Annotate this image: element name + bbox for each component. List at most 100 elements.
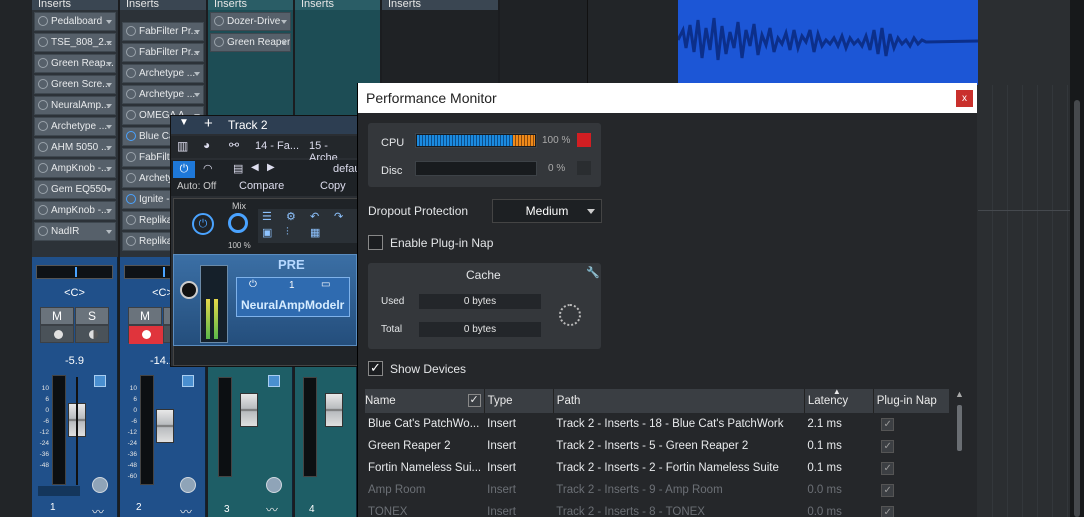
- plugin-name[interactable]: NeuralAmpModelr: [241, 298, 344, 312]
- chevron-down-icon[interactable]: [106, 41, 112, 45]
- list-icon[interactable]: ☰: [262, 210, 272, 223]
- table-row[interactable]: Blue Cat's PatchWo... Insert Track 2 - Ins…: [365, 413, 949, 435]
- insert-slot[interactable]: Dozer-Drive: [210, 12, 291, 31]
- insert-slot[interactable]: Archetype ...: [122, 64, 204, 83]
- insert-slot[interactable]: NeuralAmp...: [34, 96, 116, 115]
- automation-icon[interactable]: [94, 375, 106, 387]
- automation-icon[interactable]: [182, 375, 194, 387]
- power-icon[interactable]: [38, 121, 48, 131]
- table-row[interactable]: Fortin Nameless Sui... Insert Track 2 - In…: [365, 457, 949, 479]
- col-path[interactable]: Path: [553, 389, 805, 413]
- show-devices-checkbox[interactable]: [368, 360, 383, 376]
- chevron-down-icon[interactable]: [106, 83, 112, 87]
- table-row[interactable]: TONEX Insert Track 2 - Inserts - 8 - TONEX…: [365, 501, 949, 517]
- power-icon[interactable]: [126, 236, 136, 246]
- insert-slot[interactable]: FabFilter Pr...: [122, 22, 204, 41]
- chevron-down-icon[interactable]: [106, 125, 112, 129]
- track2-titlebar[interactable]: ▼ + Track 2: [171, 115, 359, 134]
- plugin-power-button[interactable]: ⏻: [192, 213, 214, 235]
- chevron-down-icon[interactable]: [106, 104, 112, 108]
- show-devices-label[interactable]: Show Devices: [390, 362, 466, 376]
- nap-checkbox-icon[interactable]: ✓: [881, 439, 895, 453]
- mute-button[interactable]: M: [40, 307, 74, 325]
- camera-icon[interactable]: ▣: [262, 226, 272, 239]
- insert-slot[interactable]: TSE_808_2...: [34, 33, 116, 52]
- insert-slot[interactable]: AmpKnob -...: [34, 201, 116, 220]
- power-icon[interactable]: [126, 89, 136, 99]
- headphones-icon[interactable]: ◠: [203, 162, 213, 175]
- scroll-thumb[interactable]: [1074, 100, 1080, 517]
- pan-slider[interactable]: [36, 265, 113, 279]
- power-icon[interactable]: [38, 79, 48, 89]
- cell-plugin-nap[interactable]: ✓: [873, 435, 949, 457]
- close-button[interactable]: x: [956, 90, 973, 107]
- chevron-down-icon[interactable]: [106, 20, 112, 24]
- insert-slot[interactable]: Gem EQ550: [34, 180, 116, 199]
- auto-off[interactable]: Auto: Off: [177, 181, 216, 192]
- matrix-icon[interactable]: ▦: [310, 226, 320, 239]
- power-icon[interactable]: [38, 226, 48, 236]
- power-icon[interactable]: [126, 131, 136, 141]
- cell-plugin-nap[interactable]: ✓: [873, 413, 949, 435]
- record-arm-button[interactable]: [128, 325, 163, 344]
- monitor-button[interactable]: [75, 325, 109, 343]
- volume-fader[interactable]: [240, 393, 258, 427]
- insert-slot[interactable]: Green Reap...: [34, 54, 116, 73]
- pie-icon[interactable]: ◕: [203, 138, 210, 152]
- power-icon[interactable]: [38, 16, 48, 26]
- compare-button[interactable]: Compare: [239, 180, 284, 192]
- channel-knob-icon[interactable]: [180, 477, 196, 493]
- record-arm-button[interactable]: [40, 325, 74, 343]
- power-icon[interactable]: [38, 184, 48, 194]
- plugin-slot[interactable]: ⏻ 1 ▭ NeuralAmpModelr: [236, 277, 350, 317]
- insert-slot[interactable]: Green Reaper: [210, 33, 291, 52]
- inserts-header[interactable]: Inserts: [295, 0, 380, 10]
- inserts-header[interactable]: Inserts: [120, 0, 206, 10]
- volume-fader[interactable]: [325, 393, 343, 427]
- collapse-arrow-icon[interactable]: ▼: [179, 117, 189, 128]
- dropout-select[interactable]: Medium: [492, 199, 602, 223]
- power-icon[interactable]: [38, 58, 48, 68]
- insert-slot[interactable]: Pedalboard: [34, 12, 116, 31]
- solo-button[interactable]: S: [75, 307, 109, 325]
- power-icon[interactable]: [38, 163, 48, 173]
- channel-knob-icon[interactable]: [92, 477, 108, 493]
- insert-slot[interactable]: FabFilter Pr...: [122, 43, 204, 62]
- power-icon[interactable]: [126, 173, 136, 183]
- mix-knob[interactable]: [228, 213, 248, 233]
- power-icon[interactable]: [38, 205, 48, 215]
- chevron-down-icon[interactable]: [106, 230, 112, 234]
- chevron-down-icon[interactable]: [194, 30, 200, 34]
- copy-button[interactable]: Copy: [320, 180, 346, 192]
- inserts-header[interactable]: Inserts: [208, 0, 293, 10]
- nap-checkbox-icon[interactable]: ✓: [881, 461, 895, 475]
- routing-icon[interactable]: ⚯: [229, 138, 239, 152]
- cell-plugin-nap[interactable]: ✓: [873, 501, 949, 517]
- insert-slot[interactable]: Green Scre...: [34, 75, 116, 94]
- insert-slot[interactable]: AHM 5050 ...: [34, 138, 116, 157]
- col-type[interactable]: Type: [484, 389, 554, 413]
- insert-slot[interactable]: Archetype ...: [122, 85, 204, 104]
- chevron-down-icon[interactable]: [194, 51, 200, 55]
- plugin-nap-label[interactable]: Enable Plug-in Nap: [390, 236, 493, 250]
- undo-icon[interactable]: ↶: [310, 210, 319, 223]
- chevron-down-icon[interactable]: [106, 167, 112, 171]
- table-row[interactable]: Amp Room Insert Track 2 - Inserts - 9 - Am…: [365, 479, 949, 501]
- waveform-icon[interactable]: 〰: [92, 503, 104, 517]
- insert-slot[interactable]: NadIR: [34, 222, 116, 241]
- chevron-down-icon[interactable]: [106, 188, 112, 192]
- power-icon[interactable]: [38, 37, 48, 47]
- insert-slot[interactable]: AmpKnob -...: [34, 159, 116, 178]
- redo-icon[interactable]: ↷: [334, 210, 343, 223]
- nap-checkbox-icon[interactable]: ✓: [881, 505, 895, 517]
- header-check-icon[interactable]: ✓: [467, 394, 481, 407]
- next-preset-icon[interactable]: ▶: [267, 162, 275, 173]
- inserts-header[interactable]: Inserts: [382, 0, 498, 10]
- preset-a[interactable]: 14 - Fa...: [255, 140, 299, 152]
- power-icon[interactable]: [214, 16, 224, 26]
- waveform-icon[interactable]: 〰: [180, 503, 192, 517]
- power-icon[interactable]: [126, 26, 136, 36]
- channel-knob-icon[interactable]: [266, 477, 282, 493]
- chevron-down-icon[interactable]: [281, 41, 287, 45]
- plugin-knob[interactable]: [180, 281, 198, 299]
